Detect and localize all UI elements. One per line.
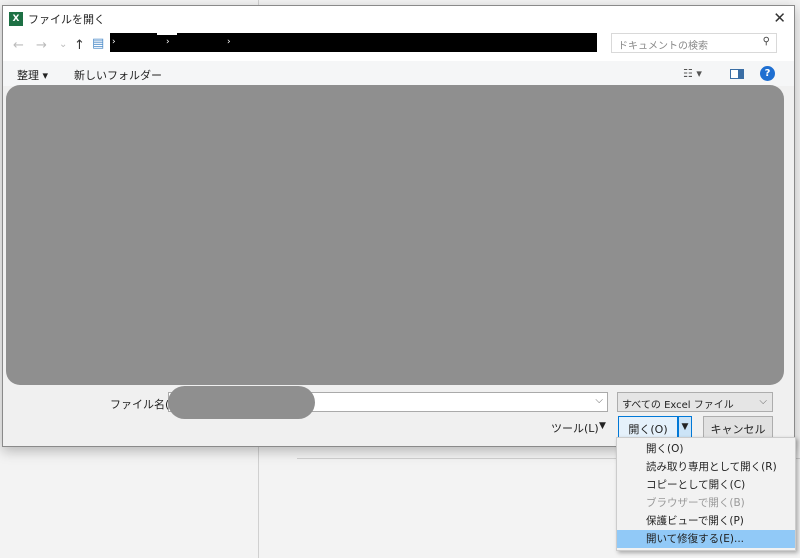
chevron-down-icon: ⌵: [759, 396, 767, 407]
up-button[interactable]: ↑: [74, 38, 85, 53]
open-file-dialog: X ファイルを開く ✕ ← → ⌄ ↑ ▤ › › › ドキュメントの検索 ⚲ …: [2, 5, 795, 447]
address-row: ← → ⌄ ↑ ▤ › › › ドキュメントの検索 ⚲: [3, 31, 794, 61]
menu-item-open-in-browser: ブラウザーで開く(B): [646, 497, 745, 509]
forward-button[interactable]: →: [36, 38, 47, 53]
menu-item-open-protected-view[interactable]: 保護ビューで開く(P): [617, 512, 795, 530]
breadcrumb-separator[interactable]: ›: [112, 37, 116, 47]
help-icon[interactable]: ?: [760, 66, 775, 81]
open-options-menu: 開く(O) 読み取り専用として開く(R) コピーとして開く(C) ブラウザーで開…: [616, 437, 796, 551]
redacted-filename: [168, 386, 315, 419]
dialog-title: ファイルを開く: [28, 12, 105, 26]
back-button[interactable]: ←: [13, 38, 24, 53]
redacted-file-list: [6, 85, 784, 385]
search-input[interactable]: ドキュメントの検索 ⚲: [611, 33, 777, 53]
menu-item-open-as-copy[interactable]: コピーとして開く(C): [617, 476, 795, 494]
menu-item-open[interactable]: 開く(O): [617, 440, 795, 458]
menu-item-open-and-repair[interactable]: 開いて修復する(E)...: [617, 530, 795, 548]
view-options-icon[interactable]: ☷ ▾: [683, 67, 702, 80]
organize-menu[interactable]: 整理 ▾: [17, 67, 48, 83]
cancel-button[interactable]: キャンセル: [703, 416, 773, 438]
document-location-icon: ▤: [92, 36, 105, 51]
breadcrumb-separator[interactable]: ›: [227, 37, 231, 47]
recent-locations-button[interactable]: ⌄: [59, 39, 67, 50]
title-bar: X ファイルを開く ✕: [3, 6, 794, 31]
breadcrumb-separator[interactable]: ›: [166, 37, 170, 47]
preview-pane-icon[interactable]: [730, 69, 744, 79]
open-options-dropdown[interactable]: ▼: [678, 416, 692, 438]
menu-item-open-read-only[interactable]: 読み取り専用として開く(R): [617, 458, 795, 476]
file-type-value: すべての Excel ファイル: [622, 400, 734, 411]
tools-menu[interactable]: ツール(L): [551, 420, 599, 436]
excel-icon: X: [9, 11, 23, 26]
search-placeholder: ドキュメントの検索: [618, 41, 708, 52]
file-type-select[interactable]: すべての Excel ファイル ⌵: [617, 392, 773, 412]
open-button[interactable]: 開く(O): [618, 416, 678, 438]
toolbar: 整理 ▾ 新しいフォルダー ☷ ▾ ?: [3, 61, 794, 86]
close-button[interactable]: ✕: [773, 9, 786, 27]
address-bar[interactable]: › › ›: [110, 33, 597, 52]
new-folder-button[interactable]: 新しいフォルダー: [74, 67, 162, 83]
search-icon[interactable]: ⚲: [763, 36, 770, 47]
chevron-down-icon[interactable]: ⌵: [595, 395, 603, 406]
redacted-text: [157, 33, 177, 35]
tools-dropdown-icon[interactable]: ▼: [599, 421, 606, 431]
